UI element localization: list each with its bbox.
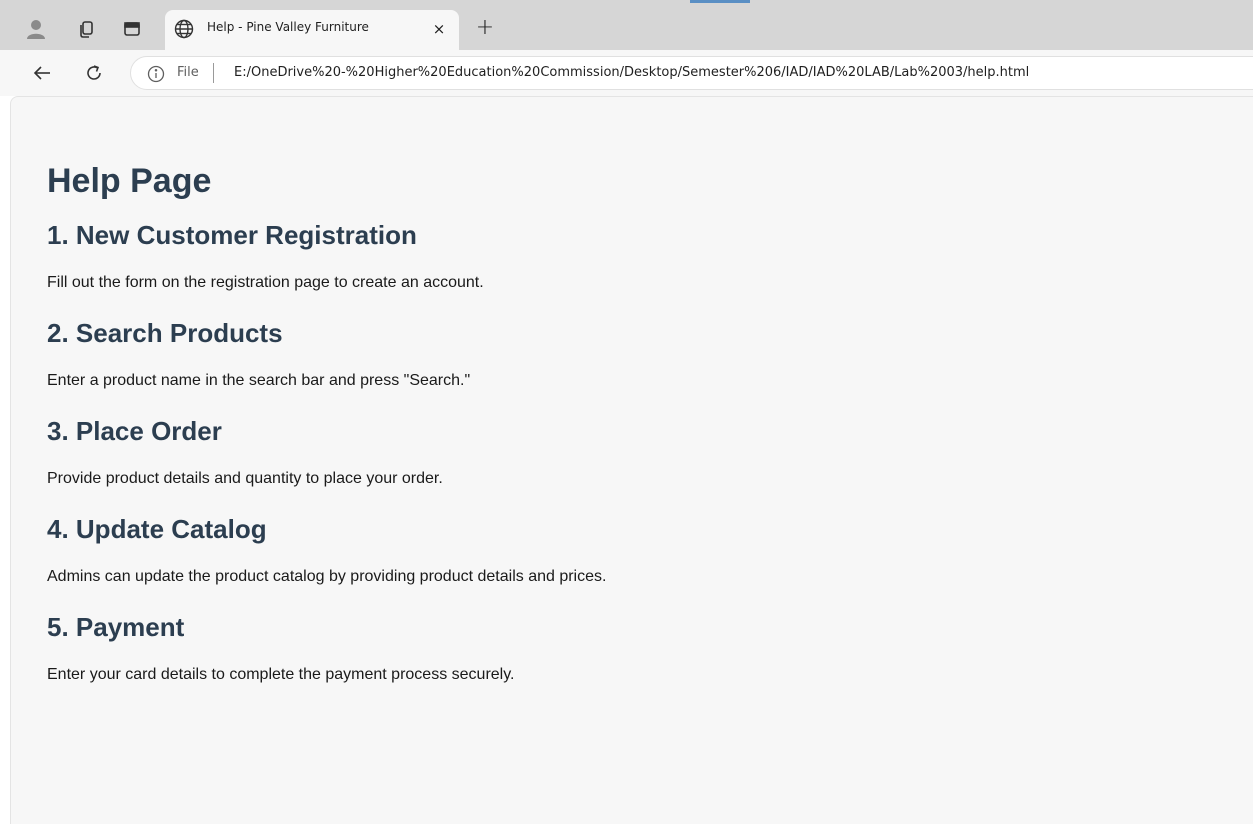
address-bar[interactable]: File E:/OneDrive%20-%20Higher%20Educatio… bbox=[130, 56, 1253, 90]
active-tab[interactable]: Help - Pine Valley Furniture × bbox=[165, 10, 459, 50]
globe-icon bbox=[173, 18, 195, 45]
info-icon[interactable] bbox=[147, 65, 165, 88]
address-separator bbox=[213, 63, 214, 83]
page-title: Help Page bbox=[47, 162, 212, 200]
close-tab-icon[interactable]: × bbox=[428, 18, 450, 40]
section-body-order: Provide product details and quantity to … bbox=[47, 470, 443, 487]
refresh-icon[interactable] bbox=[80, 59, 108, 87]
section-body-payment: Enter your card details to complete the … bbox=[47, 666, 515, 683]
section-title-payment: 5. Payment bbox=[47, 612, 185, 642]
new-tab-button[interactable]: + bbox=[472, 14, 498, 40]
section-body-search: Enter a product name in the search bar a… bbox=[47, 372, 471, 389]
section-body-catalog: Admins can update the product catalog by… bbox=[47, 568, 607, 585]
workspaces-icon[interactable] bbox=[74, 17, 98, 41]
browser-toolbar: File E:/OneDrive%20-%20Higher%20Educatio… bbox=[0, 50, 1253, 96]
tab-actions-icon[interactable] bbox=[120, 17, 144, 41]
page-viewport: Help Page 1. New Customer Registration F… bbox=[10, 96, 1253, 824]
profile-icon[interactable] bbox=[24, 17, 48, 41]
section-title-search: 2. Search Products bbox=[47, 318, 283, 348]
help-content: Help Page 1. New Customer Registration F… bbox=[47, 161, 1197, 709]
tab-strip: Help - Pine Valley Furniture × + bbox=[0, 0, 1253, 50]
section-title-order: 3. Place Order bbox=[47, 416, 222, 446]
tab-strip-accent bbox=[690, 0, 750, 3]
url-text[interactable]: E:/OneDrive%20-%20Higher%20Education%20C… bbox=[234, 65, 1029, 80]
back-arrow-icon[interactable] bbox=[28, 59, 56, 87]
tab-title: Help - Pine Valley Furniture bbox=[207, 20, 369, 34]
section-title-registration: 1. New Customer Registration bbox=[47, 220, 417, 250]
scheme-label: File bbox=[177, 65, 199, 80]
section-title-catalog: 4. Update Catalog bbox=[47, 514, 267, 544]
section-body-registration: Fill out the form on the registration pa… bbox=[47, 274, 484, 291]
